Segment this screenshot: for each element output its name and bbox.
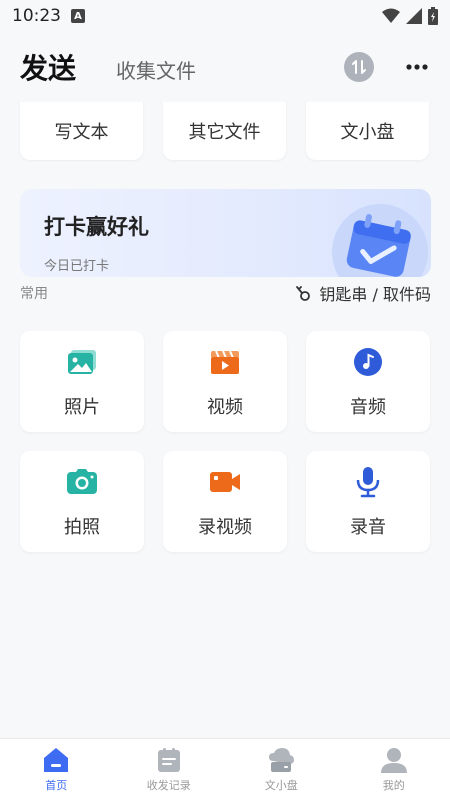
calendar-check-icon <box>332 204 428 277</box>
more-button[interactable] <box>404 54 430 80</box>
more-dots-icon <box>406 64 428 70</box>
take-photo-card[interactable]: 拍照 <box>20 451 144 552</box>
status-bar: 10:23 A <box>0 0 450 32</box>
card-label: 录视频 <box>198 516 252 538</box>
tab-profile[interactable]: 我的 <box>338 739 450 800</box>
home-icon <box>44 748 69 772</box>
battery-icon <box>428 7 438 25</box>
microphone-icon <box>351 465 385 499</box>
quick-actions-row: 写文本 其它文件 文小盘 <box>0 102 450 162</box>
wen-disk-card[interactable]: 文小盘 <box>306 102 429 160</box>
card-label: 照片 <box>64 396 100 418</box>
photo-card[interactable]: 照片 <box>20 331 144 432</box>
status-time: 10:23 <box>12 6 61 26</box>
notification-a-icon: A <box>71 9 85 23</box>
transfer-button[interactable] <box>344 52 374 82</box>
card-label: 录音 <box>350 516 386 538</box>
camera-icon <box>65 465 99 499</box>
cloud-disk-icon <box>269 748 295 772</box>
section-common-label: 常用 <box>20 286 48 302</box>
transfer-arrows-icon <box>352 60 366 74</box>
tab-label: 首页 <box>45 779 68 792</box>
photo-icon <box>65 345 99 379</box>
record-audio-card[interactable]: 录音 <box>306 451 430 552</box>
record-video-icon <box>208 465 242 499</box>
tab-label: 我的 <box>382 779 405 792</box>
card-label: 音频 <box>350 396 386 418</box>
keychain-link[interactable]: 钥匙串 / 取件码 <box>295 281 431 305</box>
card-label: 其它文件 <box>188 122 261 143</box>
tab-label: 文小盘 <box>264 779 298 792</box>
write-text-card[interactable]: 写文本 <box>20 102 143 160</box>
tab-home[interactable]: 首页 <box>0 739 113 800</box>
card-label: 文小盘 <box>340 122 395 143</box>
checkin-banner[interactable]: 打卡赢好礼 今日已打卡 <box>20 189 431 277</box>
tab-records[interactable]: 收发记录 <box>113 739 226 800</box>
record-video-card[interactable]: 录视频 <box>163 451 287 552</box>
tab-collect-files[interactable]: 收集文件 <box>116 55 196 84</box>
profile-icon <box>380 748 407 773</box>
tab-send[interactable]: 发送 <box>20 47 76 87</box>
tab-wen-disk[interactable]: 文小盘 <box>225 739 338 800</box>
bottom-tab-bar: 首页 收发记录 文小盘 我的 <box>0 738 450 800</box>
banner-subtitle: 今日已打卡 <box>44 259 110 274</box>
section-bar: 常用 钥匙串 / 取件码 <box>20 282 431 304</box>
cell-signal-icon <box>406 8 422 24</box>
video-card[interactable]: 视频 <box>163 331 287 432</box>
video-icon <box>208 345 242 379</box>
key-icon <box>296 286 311 301</box>
wifi-icon <box>382 8 400 23</box>
banner-title: 打卡赢好礼 <box>44 215 149 239</box>
card-label: 拍照 <box>64 516 100 538</box>
app-header: 发送 收集文件 <box>0 32 450 102</box>
other-files-card[interactable]: 其它文件 <box>163 102 286 160</box>
audio-icon <box>351 345 385 379</box>
card-label: 写文本 <box>54 122 109 143</box>
audio-card[interactable]: 音频 <box>306 331 430 432</box>
tab-label: 收发记录 <box>146 779 191 792</box>
card-label: 视频 <box>207 396 243 418</box>
keychain-label: 钥匙串 / 取件码 <box>319 285 431 304</box>
records-icon <box>157 748 180 772</box>
